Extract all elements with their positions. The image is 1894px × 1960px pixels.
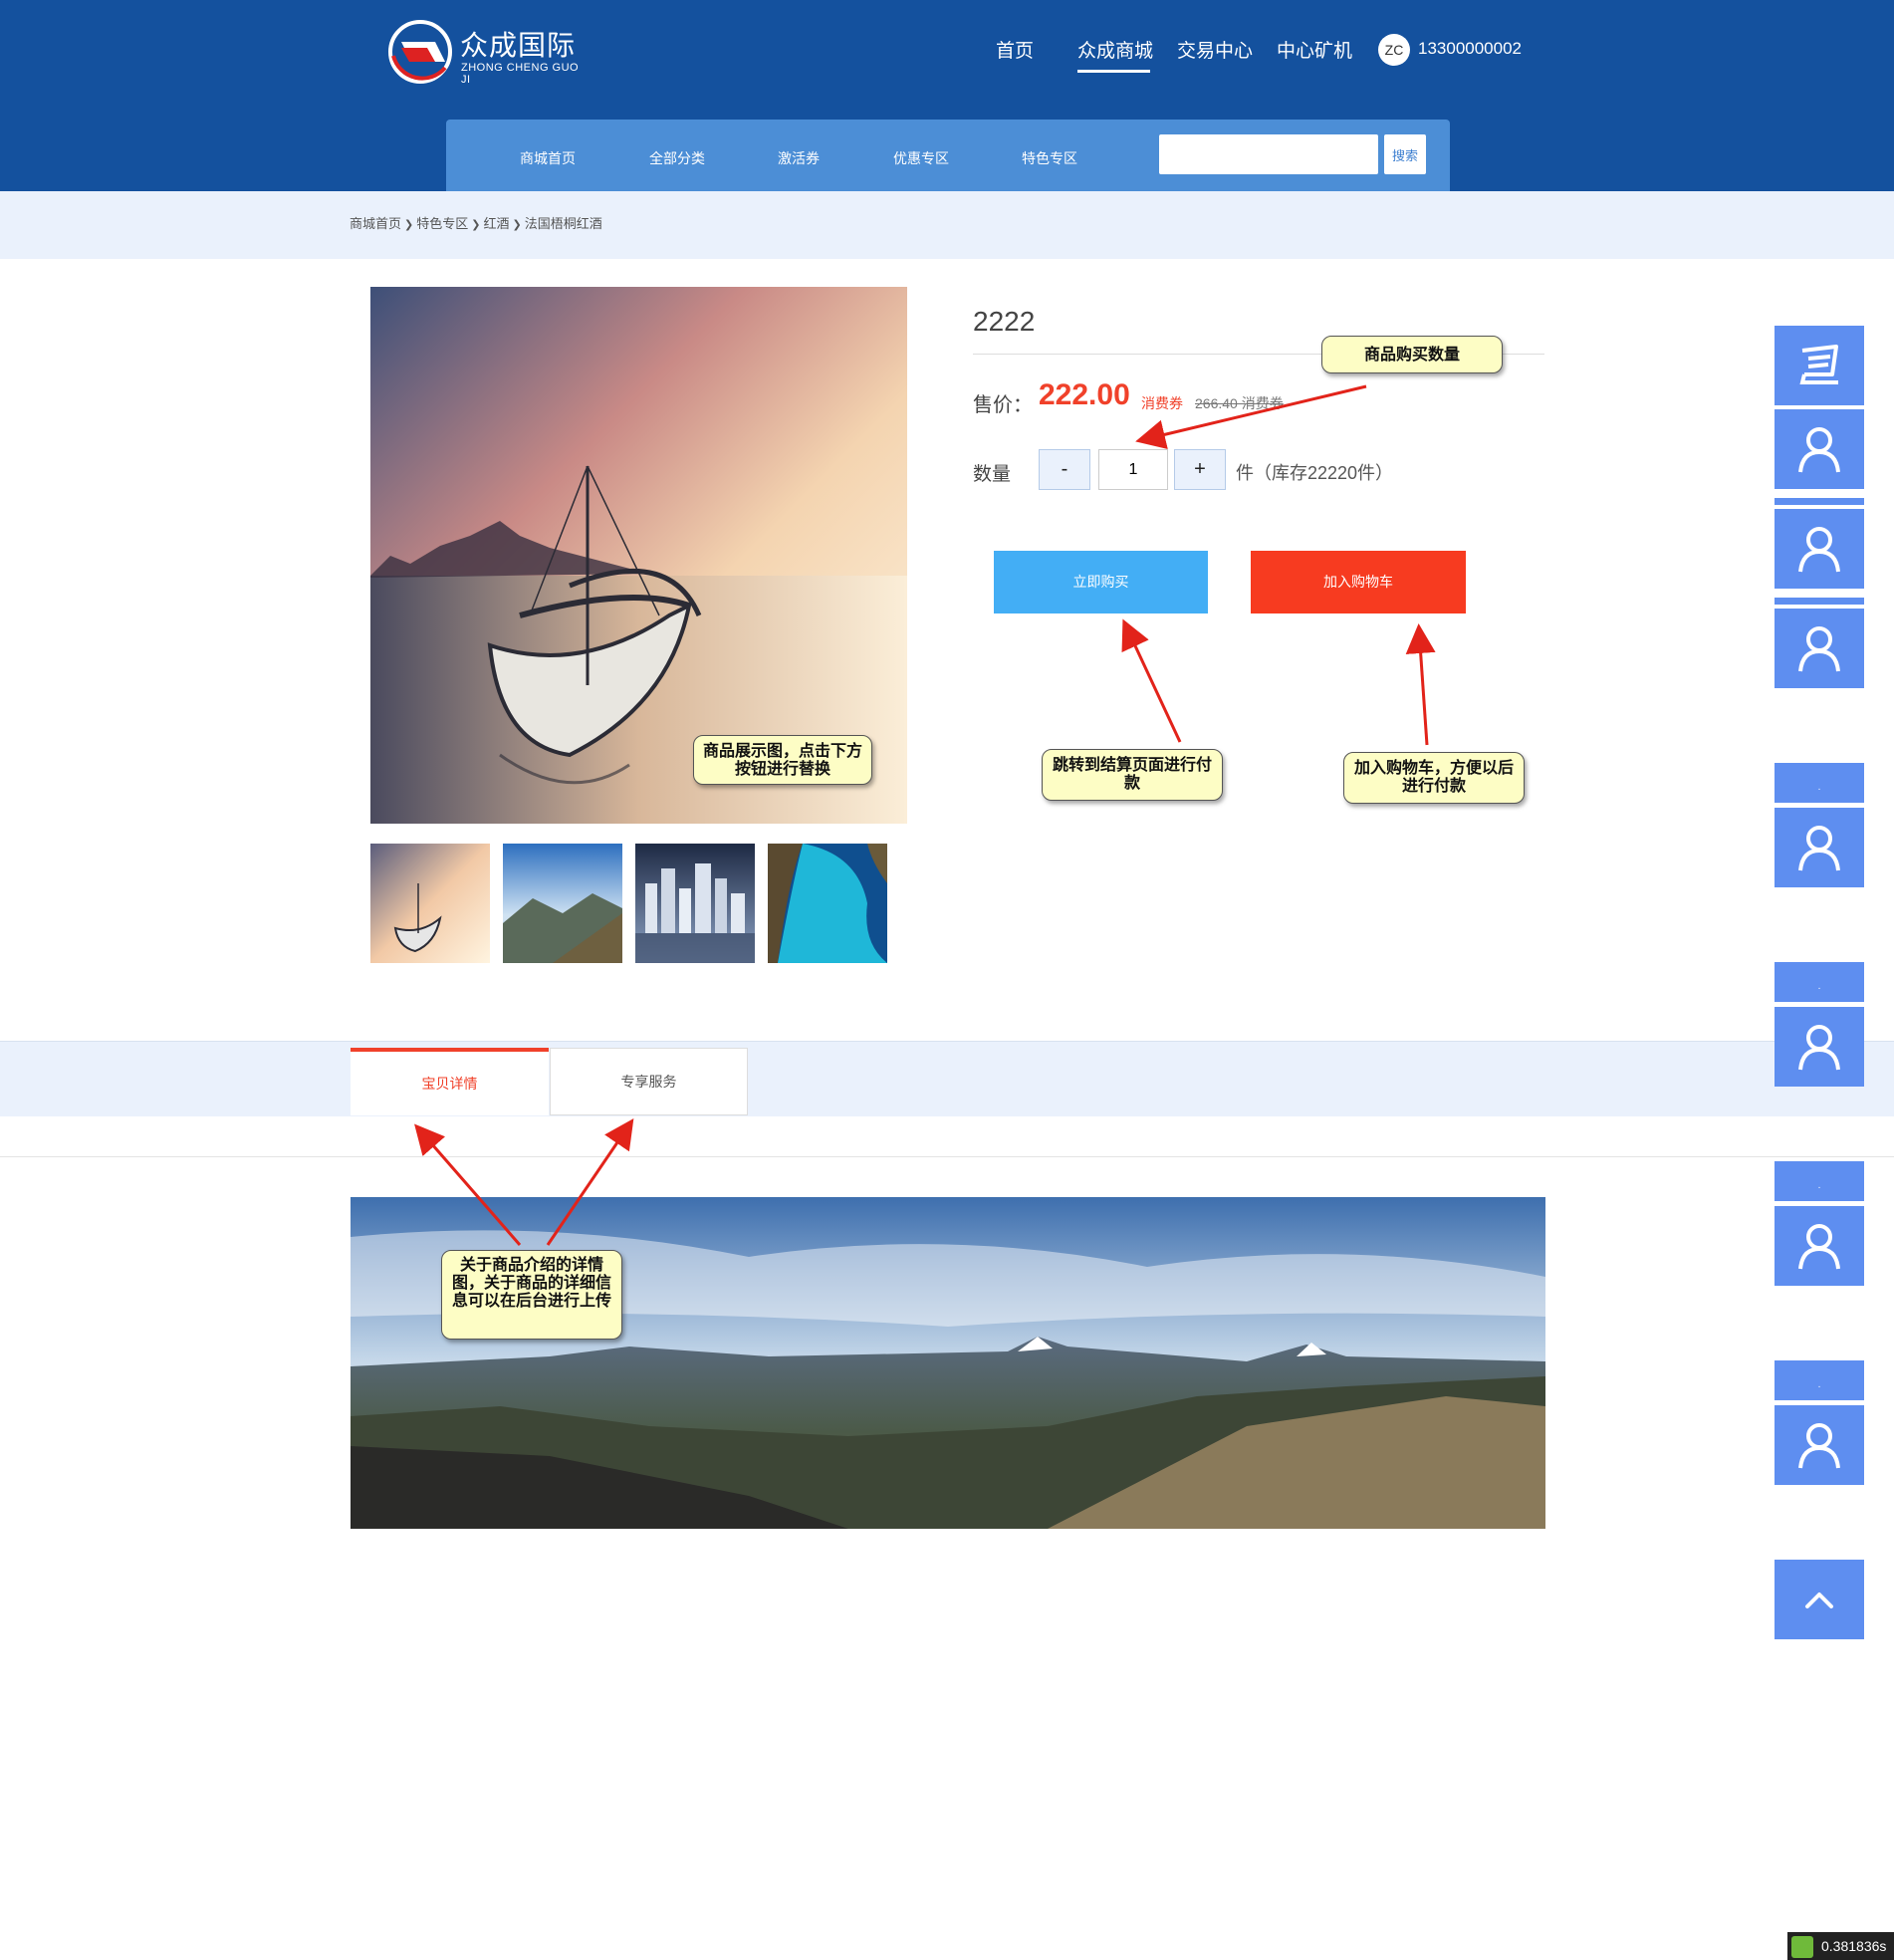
debug-timer: 0.381836s	[1787, 1932, 1894, 1960]
sidebar-user-button[interactable]	[1775, 808, 1864, 887]
sidebar-tab[interactable]: .	[1775, 1161, 1864, 1201]
sidebar-cart-button[interactable]	[1775, 326, 1864, 405]
callout-quantity-note: 商品购买数量	[1321, 336, 1503, 373]
sidebar-user-button[interactable]	[1775, 609, 1864, 688]
sidebar-strip	[1775, 598, 1864, 605]
sidebar-strip	[1775, 498, 1864, 505]
user-icon	[1798, 527, 1840, 573]
user-icon	[1798, 1224, 1840, 1270]
leaf-icon	[1791, 1936, 1813, 1958]
sidebar-user-button[interactable]	[1775, 1206, 1864, 1286]
user-icon	[1798, 1423, 1840, 1469]
user-icon	[1798, 626, 1840, 672]
user-icon	[1798, 826, 1840, 871]
cart-icon	[1799, 345, 1838, 384]
back-to-top-button[interactable]	[1775, 1560, 1864, 1639]
sidebar-tab[interactable]: .	[1775, 763, 1864, 803]
callout-detail-note: 关于商品介绍的详情图，关于商品的详细信息可以在后台进行上传	[441, 1250, 622, 1340]
sidebar-user-button[interactable]	[1775, 409, 1864, 489]
user-icon	[1798, 1025, 1840, 1071]
annotation-arrows	[414, 384, 1436, 1246]
callout-image-note: 商品展示图，点击下方按钮进行替换	[693, 735, 872, 785]
callout-checkout-note: 跳转到结算页面进行付款	[1042, 749, 1223, 801]
callout-cart-note: 加入购物车，方便以后进行付款	[1343, 752, 1525, 804]
sidebar-tab[interactable]: .	[1775, 962, 1864, 1002]
back-to-top-icon	[1805, 1592, 1833, 1608]
sidebar-user-button[interactable]	[1775, 1007, 1864, 1087]
user-icon	[1798, 427, 1840, 473]
debug-timer-text: 0.381836s	[1821, 1938, 1887, 1954]
sidebar-user-button[interactable]	[1775, 1405, 1864, 1485]
sidebar-user-button[interactable]	[1775, 509, 1864, 589]
sidebar-tab[interactable]: .	[1775, 1360, 1864, 1400]
